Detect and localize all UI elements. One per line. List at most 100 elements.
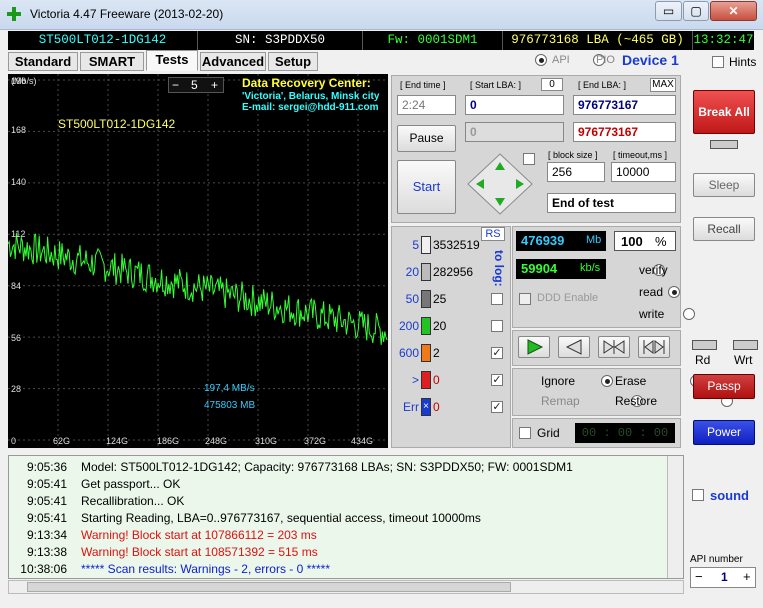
tab-tests[interactable]: Tests bbox=[146, 50, 198, 71]
read-label: read bbox=[639, 285, 664, 299]
log-horizontal-scrollbar[interactable] bbox=[8, 580, 684, 594]
block-color-swatch bbox=[421, 371, 431, 389]
log-checkbox[interactable] bbox=[491, 320, 503, 332]
random-icon bbox=[603, 340, 625, 354]
tab-setup[interactable]: Setup bbox=[268, 52, 318, 71]
power-button[interactable]: Power bbox=[693, 420, 755, 445]
butterfly-icon bbox=[643, 340, 665, 354]
y-tick: 196 bbox=[11, 76, 27, 86]
ddd-enable-checkbox[interactable] bbox=[519, 293, 531, 305]
step-spinner: − 5 + bbox=[168, 77, 224, 93]
log-line: 9:05:41 Recallibration... OK bbox=[9, 493, 683, 510]
step-plus-button[interactable]: + bbox=[211, 78, 218, 92]
hints-checkbox[interactable] bbox=[712, 56, 724, 68]
block-size-select[interactable]: 256 bbox=[547, 162, 605, 182]
butterfly-button[interactable] bbox=[638, 336, 670, 358]
sound-checkbox[interactable] bbox=[692, 489, 704, 501]
log-checkbox[interactable] bbox=[491, 293, 503, 305]
end-lba-field[interactable]: 976773167 bbox=[573, 95, 676, 115]
y-tick: 84 bbox=[11, 281, 22, 291]
lba-lock-checkbox[interactable] bbox=[523, 153, 535, 165]
maximize-button[interactable]: ▢ bbox=[683, 1, 709, 21]
write-radio[interactable] bbox=[683, 308, 696, 320]
end-time-field[interactable]: 2:24 bbox=[397, 95, 456, 115]
log-checkbox[interactable] bbox=[491, 374, 503, 386]
api-radio[interactable] bbox=[535, 54, 547, 66]
block-row: 50 25 bbox=[391, 290, 511, 310]
block-row: 200 20 bbox=[391, 317, 511, 337]
play-forward-button[interactable] bbox=[518, 336, 550, 358]
max-button[interactable]: MAX bbox=[650, 78, 676, 92]
speed-trace bbox=[8, 232, 388, 345]
api-number-label: API number bbox=[690, 554, 743, 565]
log-text: Recallibration... OK bbox=[81, 494, 185, 508]
play-icon bbox=[527, 339, 544, 355]
block-threshold: 200 bbox=[398, 319, 419, 333]
tab-advanced[interactable]: Advanced bbox=[200, 52, 266, 71]
pause-button[interactable]: Pause bbox=[397, 125, 456, 152]
position-readout: 475803 MB bbox=[204, 400, 256, 411]
play-backward-button[interactable] bbox=[558, 336, 590, 358]
tab-standard[interactable]: Standard bbox=[8, 52, 78, 71]
log-lines: 9:05:36 Model: ST500LT012-1DG142; Capacit… bbox=[9, 456, 683, 578]
drive-info-bar: ST500LT012-1DG142 SN: S3PDDX50 Fw: 0001S… bbox=[8, 31, 754, 50]
log-text: ***** Scan results: Warnings - 2, errors… bbox=[81, 562, 330, 576]
break-all-button[interactable]: Break All bbox=[693, 90, 755, 134]
kbs-unit: kb/s bbox=[580, 262, 601, 274]
sleep-button[interactable]: Sleep bbox=[693, 173, 755, 197]
minimize-button[interactable]: ▭ bbox=[655, 1, 682, 21]
block-count: 0 bbox=[433, 373, 440, 387]
x-tick: 62G bbox=[53, 436, 71, 446]
erase-label: Erase bbox=[615, 374, 647, 388]
y-tick: 140 bbox=[11, 177, 27, 187]
log-checkbox[interactable] bbox=[491, 401, 503, 413]
log-text: Model: ST500LT012-1DG142; Capacity: 9767… bbox=[81, 460, 573, 474]
drive-serial: SN: S3PDDX50 bbox=[198, 31, 363, 50]
start-lba-field[interactable]: 0 bbox=[465, 95, 564, 115]
log-vertical-scrollbar[interactable] bbox=[667, 456, 683, 578]
end-lba-label: [ End LBA: ] bbox=[578, 80, 627, 90]
passport-button[interactable]: Passp bbox=[693, 374, 755, 399]
hints-label: Hints bbox=[729, 55, 757, 69]
x-tick: 248G bbox=[205, 436, 228, 446]
read-radio[interactable] bbox=[668, 286, 681, 298]
x-tick: 372G bbox=[304, 436, 327, 446]
promo-title: Data Recovery Center: bbox=[242, 76, 371, 90]
log-line: 9:13:34 Warning! Block start at 107866112… bbox=[9, 527, 683, 544]
app-icon bbox=[7, 7, 21, 21]
api-label: API bbox=[552, 54, 570, 66]
step-minus-button[interactable]: − bbox=[172, 78, 179, 92]
random-seek-button[interactable] bbox=[598, 336, 630, 358]
api-number-value: 1 bbox=[721, 570, 728, 584]
x-tick: 0 bbox=[11, 436, 17, 446]
log-time: 9:05:41 bbox=[26, 494, 67, 508]
title-bar: Victoria 4.47 Freeware (2013-02-20) ▭ ▢ … bbox=[0, 0, 763, 30]
pio-label: PIO bbox=[596, 54, 615, 66]
ignore-radio[interactable] bbox=[600, 375, 613, 387]
log-checkbox[interactable] bbox=[491, 347, 503, 359]
end-lba-current[interactable]: 976773167 bbox=[573, 122, 676, 142]
api-number-minus[interactable]: − bbox=[695, 569, 703, 584]
log-text: Warning! Block start at 107866112 = 203 … bbox=[81, 528, 317, 542]
log-time: 9:05:41 bbox=[26, 477, 67, 491]
start-button[interactable]: Start bbox=[397, 160, 456, 214]
start-lba-reset[interactable]: 0 bbox=[541, 78, 563, 91]
event-log: 9:05:36 Model: ST500LT012-1DG142; Capacit… bbox=[8, 455, 684, 579]
timeout-select[interactable]: 10000 bbox=[611, 162, 676, 182]
log-line: 9:13:38 Warning! Block start at 108571392… bbox=[9, 544, 683, 561]
clock: 13:32:47 bbox=[693, 33, 754, 47]
block-row: 600 2 bbox=[391, 344, 511, 364]
api-number-plus[interactable]: + bbox=[743, 569, 751, 584]
device-label[interactable]: Device 1 bbox=[622, 52, 679, 68]
end-action-select[interactable]: End of test bbox=[547, 193, 676, 213]
tab-smart[interactable]: SMART bbox=[80, 52, 144, 71]
log-scroll-thumb[interactable] bbox=[27, 582, 511, 592]
window-title: Victoria 4.47 Freeware (2013-02-20) bbox=[30, 7, 224, 21]
rd-label: Rd bbox=[695, 353, 711, 367]
mb-readout: 476939 Mb bbox=[516, 231, 606, 251]
grid-checkbox[interactable] bbox=[519, 427, 531, 439]
recall-button[interactable]: Recall bbox=[693, 217, 755, 241]
close-button[interactable]: ✕ bbox=[710, 1, 757, 21]
promo-email[interactable]: E-mail: sergei@hdd-911.com bbox=[242, 102, 378, 113]
y-tick: 28 bbox=[11, 384, 22, 394]
